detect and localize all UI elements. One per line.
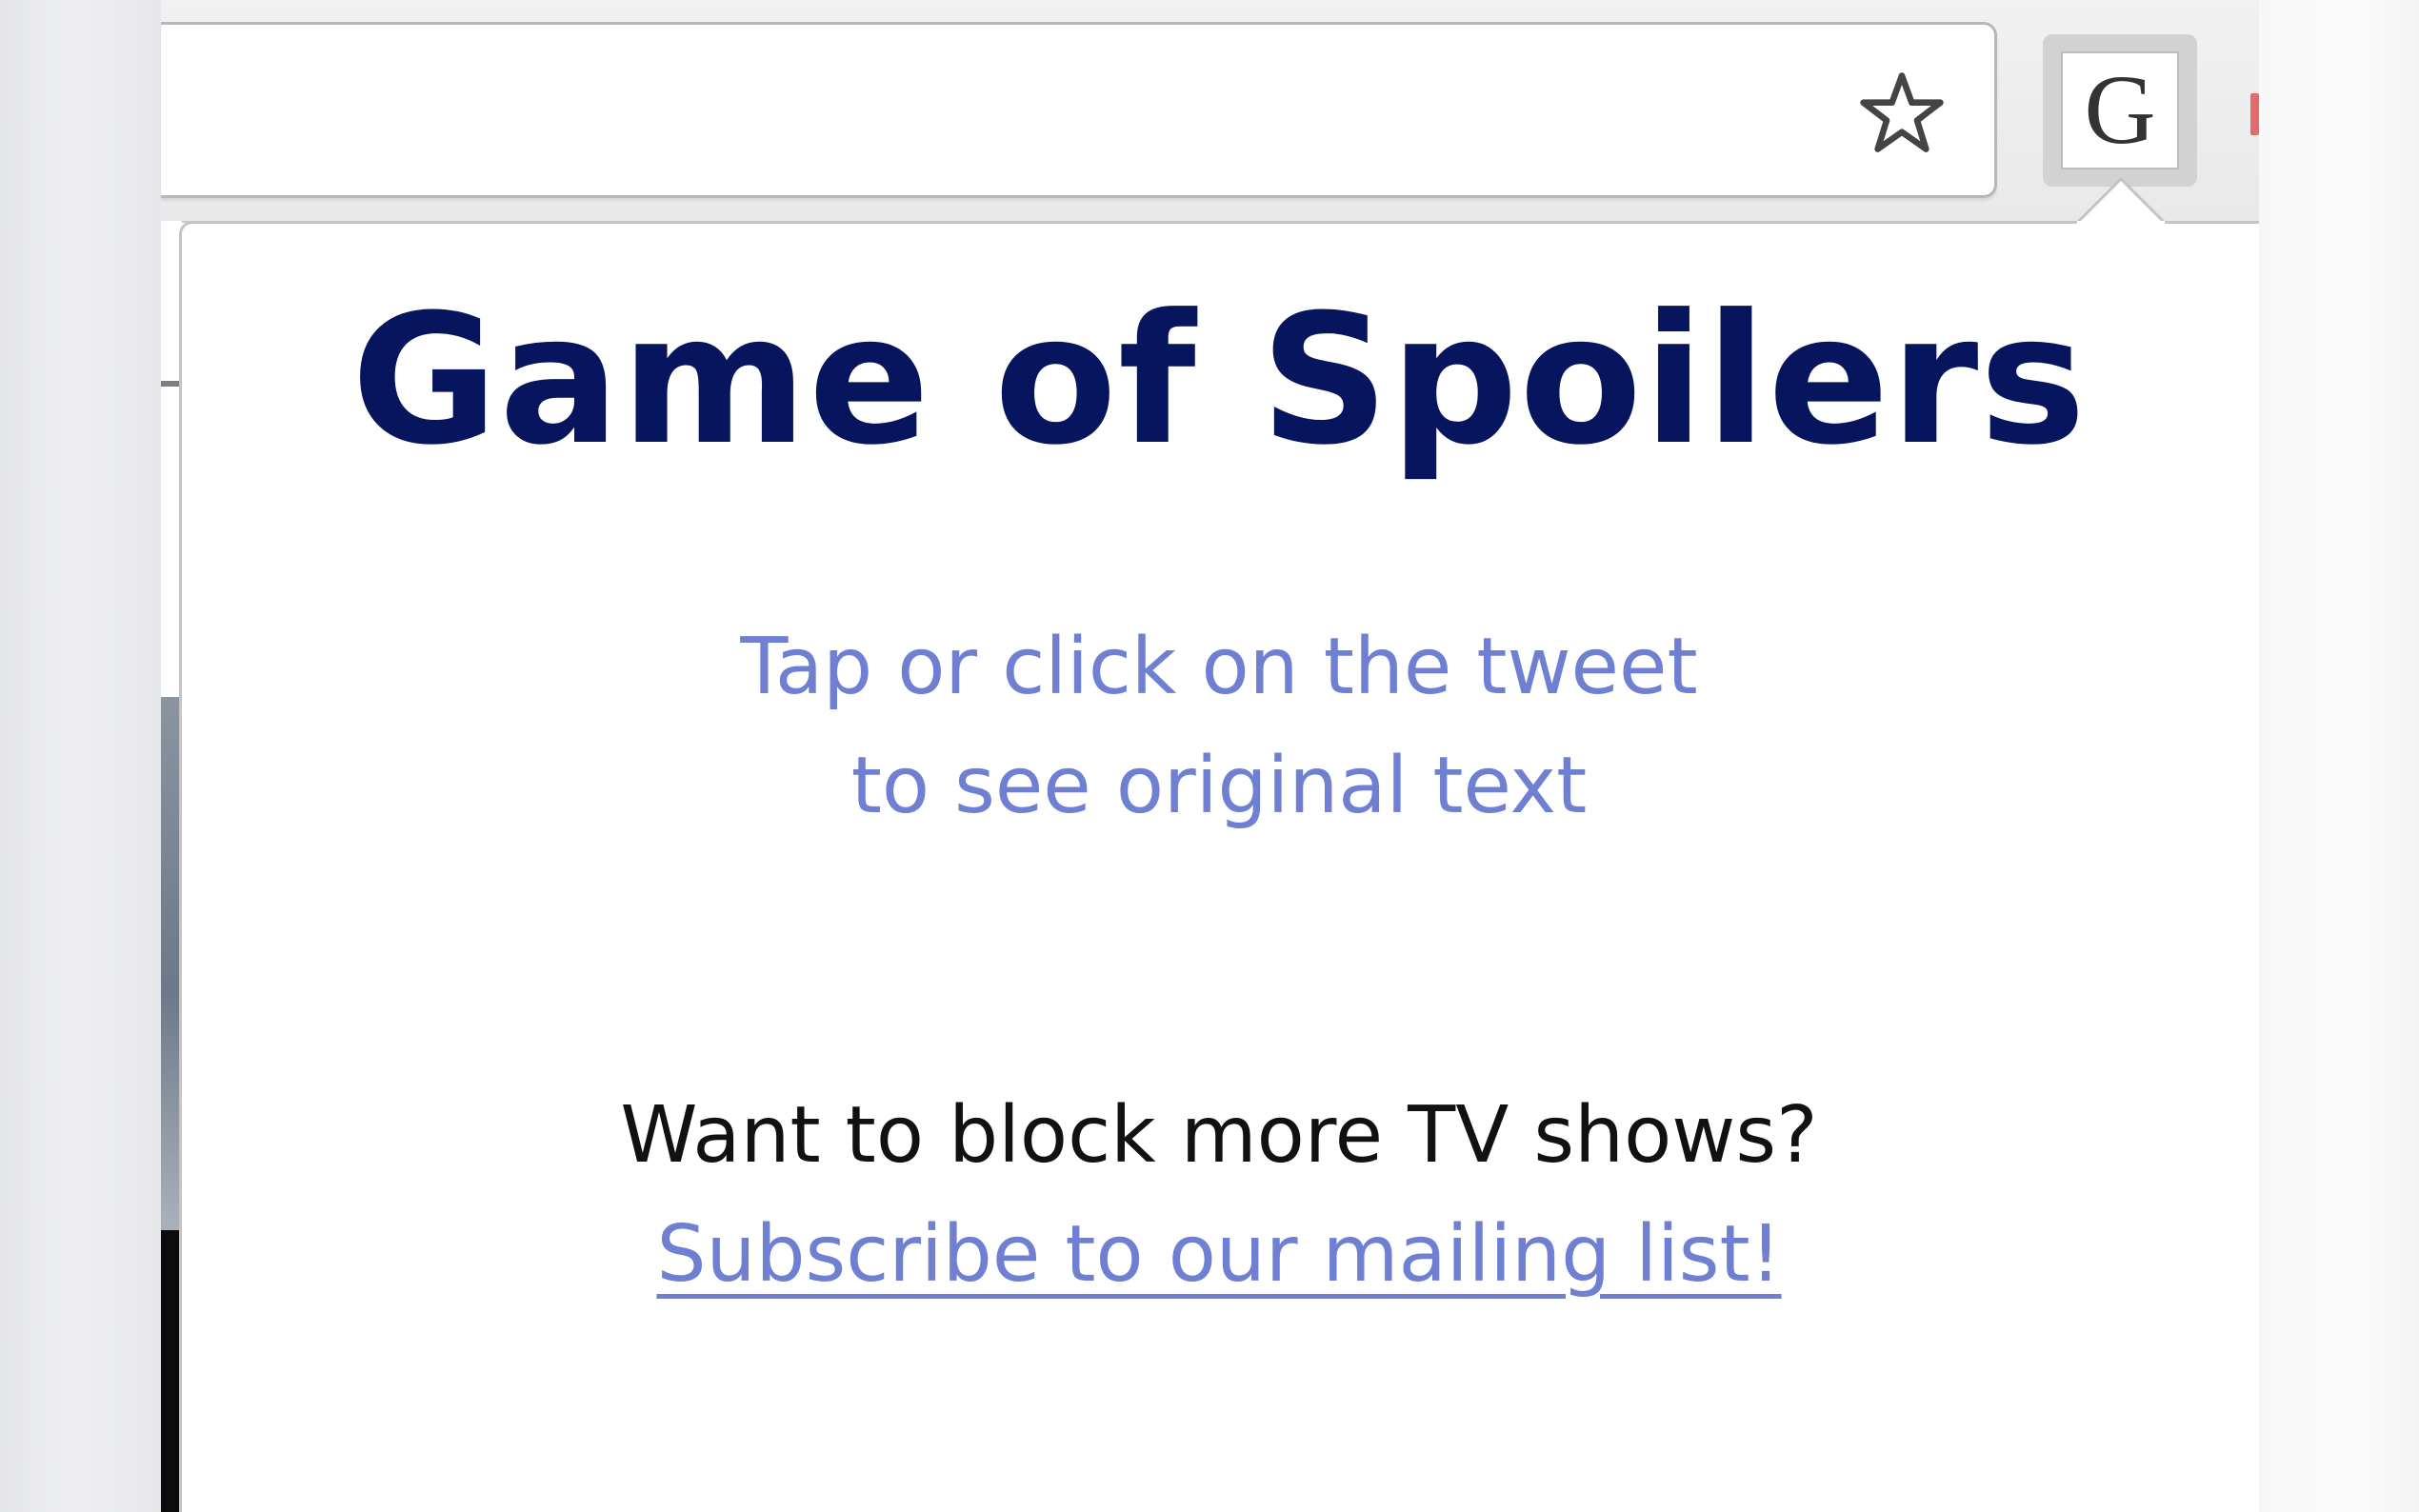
popup-arrow	[2077, 176, 2165, 225]
background-left	[0, 0, 161, 1512]
star-icon[interactable]	[1857, 69, 1947, 158]
promo-question: Want to block more TV shows?	[620, 1090, 1818, 1181]
instructions-line-1: Tap or click on the tweet	[740, 622, 1698, 712]
address-bar[interactable]	[161, 22, 1997, 198]
toolbar-edge-mark	[2250, 93, 2259, 135]
instructions-text: Tap or click on the tweet to see origina…	[179, 607, 2259, 846]
background-right	[2259, 0, 2419, 1512]
promo-section: Want to block more TV shows? Subscribe t…	[179, 1076, 2259, 1314]
instructions-line-2: to see original text	[850, 741, 1588, 831]
extension-g-icon[interactable]: G	[2061, 51, 2179, 169]
popup-title: Game of Spoilers	[350, 276, 2088, 485]
subscribe-link[interactable]: Subscribe to our mailing list!	[179, 1195, 2259, 1314]
